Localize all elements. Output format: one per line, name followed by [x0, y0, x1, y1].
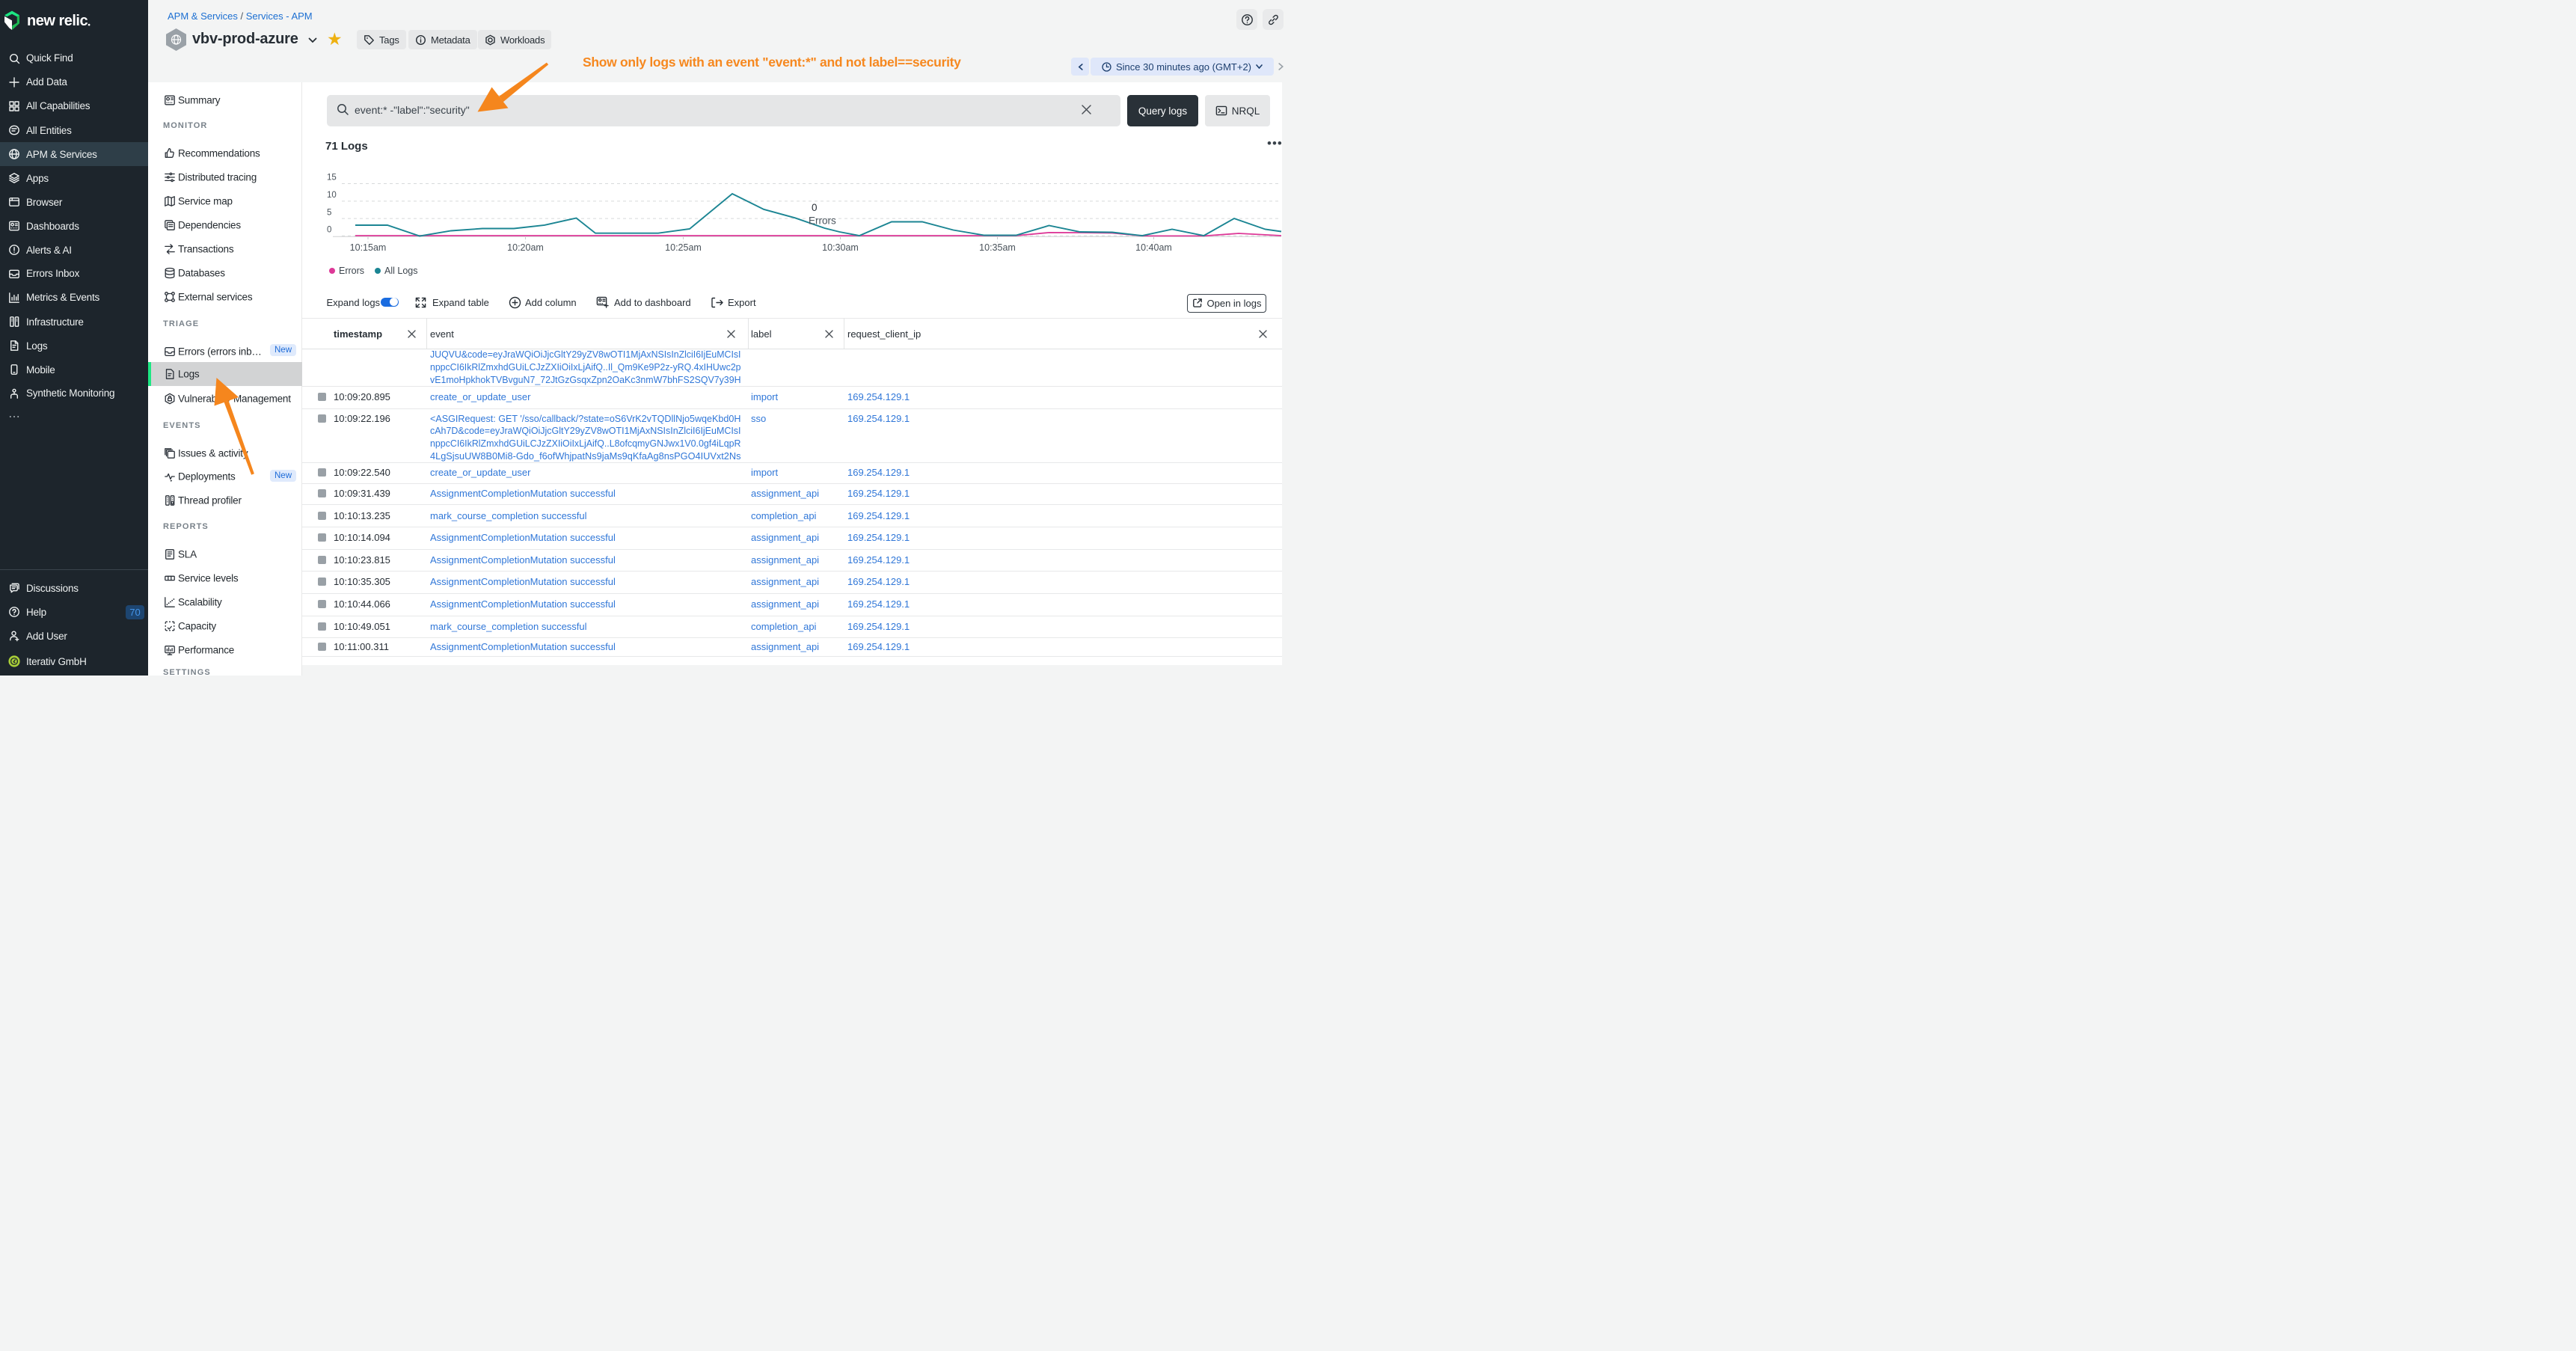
svg-text:10:40am: 10:40am: [1135, 242, 1172, 253]
svg-text:15: 15: [327, 174, 337, 183]
svg-text:10: 10: [327, 191, 337, 200]
svg-text:0: 0: [812, 202, 818, 213]
svg-text:5: 5: [327, 208, 331, 217]
svg-text:10:30am: 10:30am: [822, 242, 859, 253]
svg-text:Errors: Errors: [809, 215, 836, 227]
svg-text:10:25am: 10:25am: [665, 242, 702, 253]
svg-text:10:20am: 10:20am: [507, 242, 544, 253]
svg-text:10:35am: 10:35am: [979, 242, 1016, 253]
svg-text:10:15am: 10:15am: [350, 242, 387, 253]
svg-text:0: 0: [327, 225, 331, 234]
